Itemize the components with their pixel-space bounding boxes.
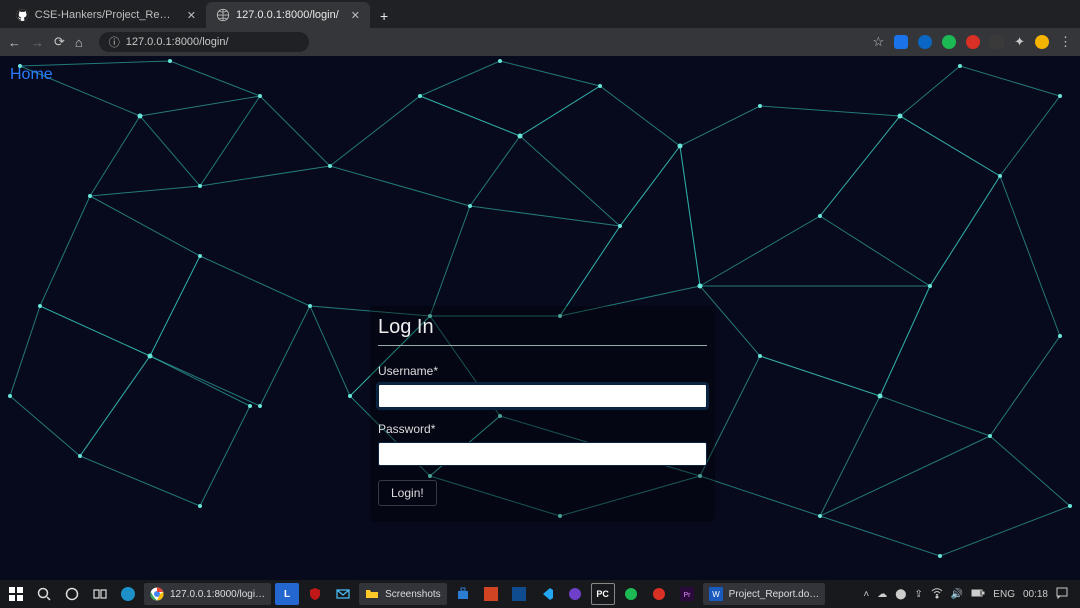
- svg-text:Pr: Pr: [683, 592, 691, 599]
- tray-battery-icon[interactable]: [971, 588, 985, 601]
- taskbar-app-icon[interactable]: [479, 583, 503, 605]
- extension-icon[interactable]: [894, 35, 908, 49]
- taskbar-app-icon[interactable]: [507, 583, 531, 605]
- tray-icon[interactable]: ☁: [877, 589, 887, 600]
- reload-button[interactable]: ⟳: [54, 34, 65, 50]
- folder-icon: [365, 587, 379, 601]
- tab-title: 127.0.0.1:8000/login/: [236, 9, 339, 21]
- tray-clock[interactable]: 00:18: [1023, 589, 1048, 600]
- forward-button[interactable]: →: [31, 35, 44, 50]
- extensions-puzzle-icon[interactable]: ✦: [1014, 34, 1025, 50]
- github-icon: [16, 8, 29, 22]
- tab-title: CSE-Hankers/Project_Report.pdf: [35, 9, 175, 21]
- word-icon: W: [709, 587, 723, 601]
- extension-icon[interactable]: [942, 35, 956, 49]
- new-tab-button[interactable]: +: [370, 4, 398, 28]
- bookmark-star-icon[interactable]: ☆: [872, 34, 884, 50]
- login-heading: Log In: [378, 316, 707, 346]
- svg-text:W: W: [712, 590, 720, 599]
- back-button[interactable]: ←: [8, 35, 21, 50]
- vscode-icon[interactable]: [535, 583, 559, 605]
- taskbar-explorer-label: Screenshots: [385, 589, 441, 600]
- close-icon[interactable]: ✕: [351, 9, 360, 22]
- close-icon[interactable]: ✕: [187, 9, 196, 22]
- chrome-icon: [150, 587, 164, 601]
- tray-wifi-icon[interactable]: [931, 587, 943, 602]
- taskbar-chrome[interactable]: 127.0.0.1:8000/logi…: [144, 583, 271, 605]
- cortana-icon[interactable]: [60, 583, 84, 605]
- edge-icon[interactable]: [116, 583, 140, 605]
- spotify-icon[interactable]: [619, 583, 643, 605]
- extension-icon[interactable]: [990, 35, 1004, 49]
- chrome-menu-icon[interactable]: ⋮: [1059, 34, 1072, 50]
- taskbar-app-icon[interactable]: L: [275, 583, 299, 605]
- login-card: Log In Username* Password* Login!: [370, 306, 715, 522]
- site-info-icon[interactable]: ⓘ: [109, 34, 120, 50]
- username-label: Username*: [378, 364, 707, 378]
- system-tray: ˄ ☁ ⬤ ⇪ 🔊 ENG 00:18: [863, 587, 1076, 602]
- start-button[interactable]: [4, 583, 28, 605]
- mail-icon[interactable]: [331, 583, 355, 605]
- login-button[interactable]: Login!: [378, 480, 437, 506]
- extension-icon[interactable]: [966, 35, 980, 49]
- browser-toolbar: ← → ⟳ ⌂ ⓘ 127.0.0.1:8000/login/ ☆ ✦ ⋮: [0, 28, 1080, 56]
- taskbar-word[interactable]: W Project_Report.do…: [703, 583, 826, 605]
- extension-icon[interactable]: [918, 35, 932, 49]
- globe-icon: [216, 8, 230, 22]
- taskbar-app-icon[interactable]: PC: [591, 583, 615, 605]
- premiere-icon[interactable]: Pr: [675, 583, 699, 605]
- tray-language[interactable]: ENG: [993, 589, 1015, 600]
- password-label: Password*: [378, 422, 707, 436]
- page-viewport: Home Log In Username* Password* Login!: [0, 56, 1080, 580]
- tab-login[interactable]: 127.0.0.1:8000/login/ ✕: [206, 2, 370, 28]
- mcafee-icon[interactable]: [303, 583, 327, 605]
- taskbar-app-icon[interactable]: [647, 583, 671, 605]
- tray-icon[interactable]: ⬤: [895, 589, 906, 600]
- password-input[interactable]: [378, 442, 707, 466]
- profile-avatar-icon[interactable]: [1035, 35, 1049, 49]
- tray-notifications-icon[interactable]: [1056, 587, 1068, 602]
- tray-volume-icon[interactable]: 🔊: [951, 589, 963, 600]
- tray-icon[interactable]: ⇪: [914, 589, 922, 600]
- taskbar-explorer[interactable]: Screenshots: [359, 583, 447, 605]
- url-text: 127.0.0.1:8000/login/: [126, 36, 229, 48]
- taskbar-word-label: Project_Report.do…: [729, 589, 820, 600]
- search-icon[interactable]: [32, 583, 56, 605]
- address-bar[interactable]: ⓘ 127.0.0.1:8000/login/: [99, 32, 309, 52]
- store-icon[interactable]: [451, 583, 475, 605]
- taskbar-chrome-label: 127.0.0.1:8000/logi…: [170, 589, 265, 600]
- tab-project-report[interactable]: CSE-Hankers/Project_Report.pdf ✕: [6, 2, 206, 28]
- tab-strip: CSE-Hankers/Project_Report.pdf ✕ 127.0.0…: [0, 0, 1080, 28]
- home-link[interactable]: Home: [10, 66, 53, 84]
- task-view-icon[interactable]: [88, 583, 112, 605]
- home-button[interactable]: ⌂: [75, 35, 83, 50]
- github-desktop-icon[interactable]: [563, 583, 587, 605]
- windows-taskbar: 127.0.0.1:8000/logi… L Screenshots PC Pr…: [0, 580, 1080, 608]
- username-input[interactable]: [378, 384, 707, 408]
- tray-chevron-icon[interactable]: ˄: [863, 589, 869, 600]
